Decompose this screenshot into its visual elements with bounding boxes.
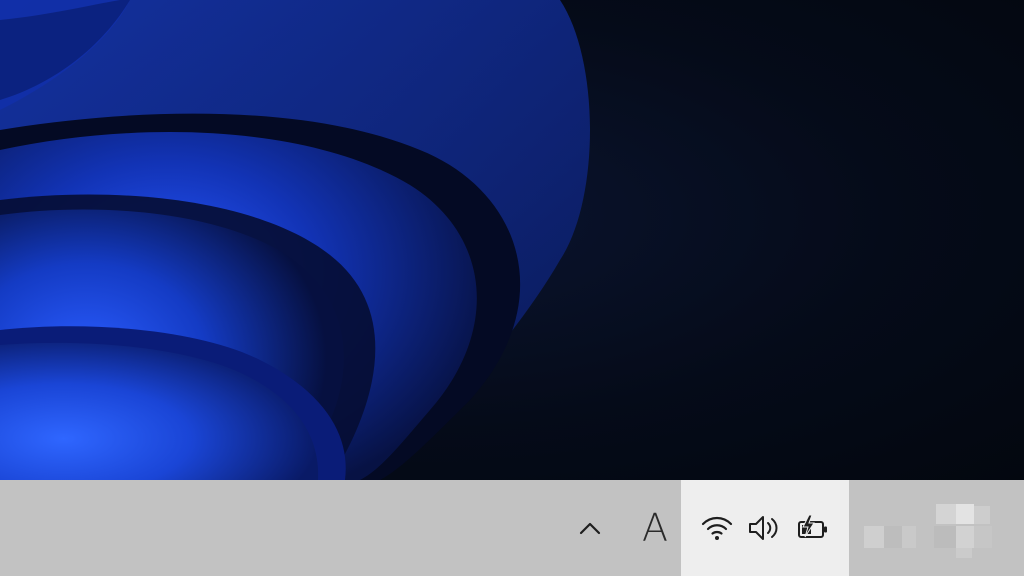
input-method-button[interactable]: A xyxy=(630,480,680,576)
desktop-wallpaper xyxy=(0,0,1024,480)
desktop-screen: A xyxy=(0,0,1024,576)
speaker-icon xyxy=(747,513,783,543)
input-method-label: A xyxy=(642,506,668,550)
wifi-icon xyxy=(700,514,734,542)
wallpaper-ribbons xyxy=(0,0,590,480)
battery-charging-icon xyxy=(796,513,830,543)
show-hidden-icons-button[interactable] xyxy=(566,480,614,576)
quick-settings-button[interactable] xyxy=(681,480,849,576)
clock-button[interactable] xyxy=(858,480,1008,576)
chevron-up-icon xyxy=(579,521,601,535)
obscured-clock xyxy=(858,480,1008,576)
taskbar: A xyxy=(0,480,1024,576)
